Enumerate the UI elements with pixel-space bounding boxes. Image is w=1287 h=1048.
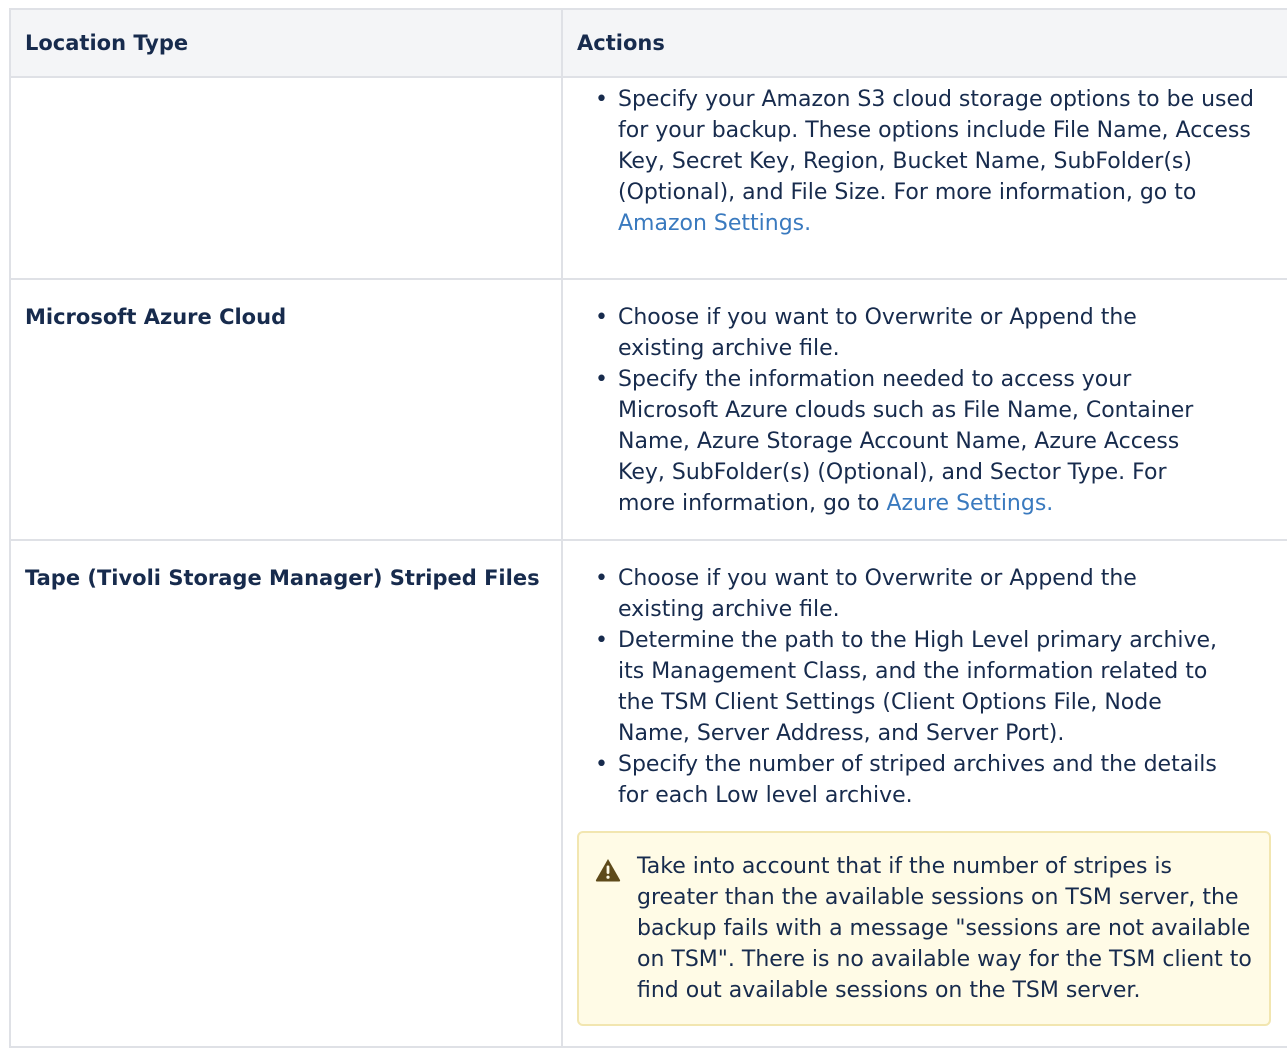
list-item-text: Specify your Amazon S3 cloud storage opt… (618, 87, 1255, 205)
location-type-cell: Microsoft Azure Cloud (9, 278, 563, 541)
table-row: Microsoft Azure Cloud Choose if you want… (9, 278, 1287, 541)
warning-icon (595, 859, 621, 882)
header-location-type: Location Type (9, 8, 563, 78)
location-type-cell: Tape (Tivoli Storage Manager) Striped Fi… (9, 539, 563, 1048)
list-item: Choose if you want to Overwrite or Appen… (593, 563, 1228, 625)
list-item-text: Choose if you want to Overwrite or Appen… (618, 566, 1137, 622)
header-actions: Actions (561, 8, 1287, 78)
table-header-row: Location Type Actions (9, 8, 1287, 78)
actions-cell: Specify your Amazon S3 cloud storage opt… (561, 76, 1287, 280)
actions-list: Choose if you want to Overwrite or Appen… (593, 302, 1283, 519)
list-item: Specify the information needed to access… (593, 364, 1228, 519)
actions-list: Choose if you want to Overwrite or Appen… (593, 563, 1283, 811)
list-item-text: Choose if you want to Overwrite or Appen… (618, 305, 1137, 361)
actions-cell: Choose if you want to Overwrite or Appen… (561, 278, 1287, 541)
list-item: Determine the path to the High Level pri… (593, 625, 1228, 749)
azure-settings-link[interactable]: Azure Settings. (886, 491, 1053, 516)
table-row: Tape (Tivoli Storage Manager) Striped Fi… (9, 539, 1287, 1048)
list-item: Specify the number of striped archives a… (593, 749, 1228, 811)
list-item: Choose if you want to Overwrite or Appen… (593, 302, 1228, 364)
list-item-text: Determine the path to the High Level pri… (618, 628, 1218, 746)
actions-list: Specify your Amazon S3 cloud storage opt… (593, 84, 1283, 239)
warning-panel: Take into account that if the number of … (577, 831, 1271, 1026)
list-item-text: Specify the number of striped archives a… (618, 752, 1217, 808)
location-actions-table: Location Type Actions Specify your Amazo… (9, 8, 1287, 1048)
actions-cell: Choose if you want to Overwrite or Appen… (561, 539, 1287, 1048)
table-row: Specify your Amazon S3 cloud storage opt… (9, 76, 1287, 280)
warning-text: Take into account that if the number of … (637, 854, 1252, 1003)
amazon-settings-link[interactable]: Amazon Settings. (618, 211, 811, 236)
location-type-cell (9, 76, 563, 280)
list-item: Specify your Amazon S3 cloud storage opt… (593, 84, 1258, 239)
